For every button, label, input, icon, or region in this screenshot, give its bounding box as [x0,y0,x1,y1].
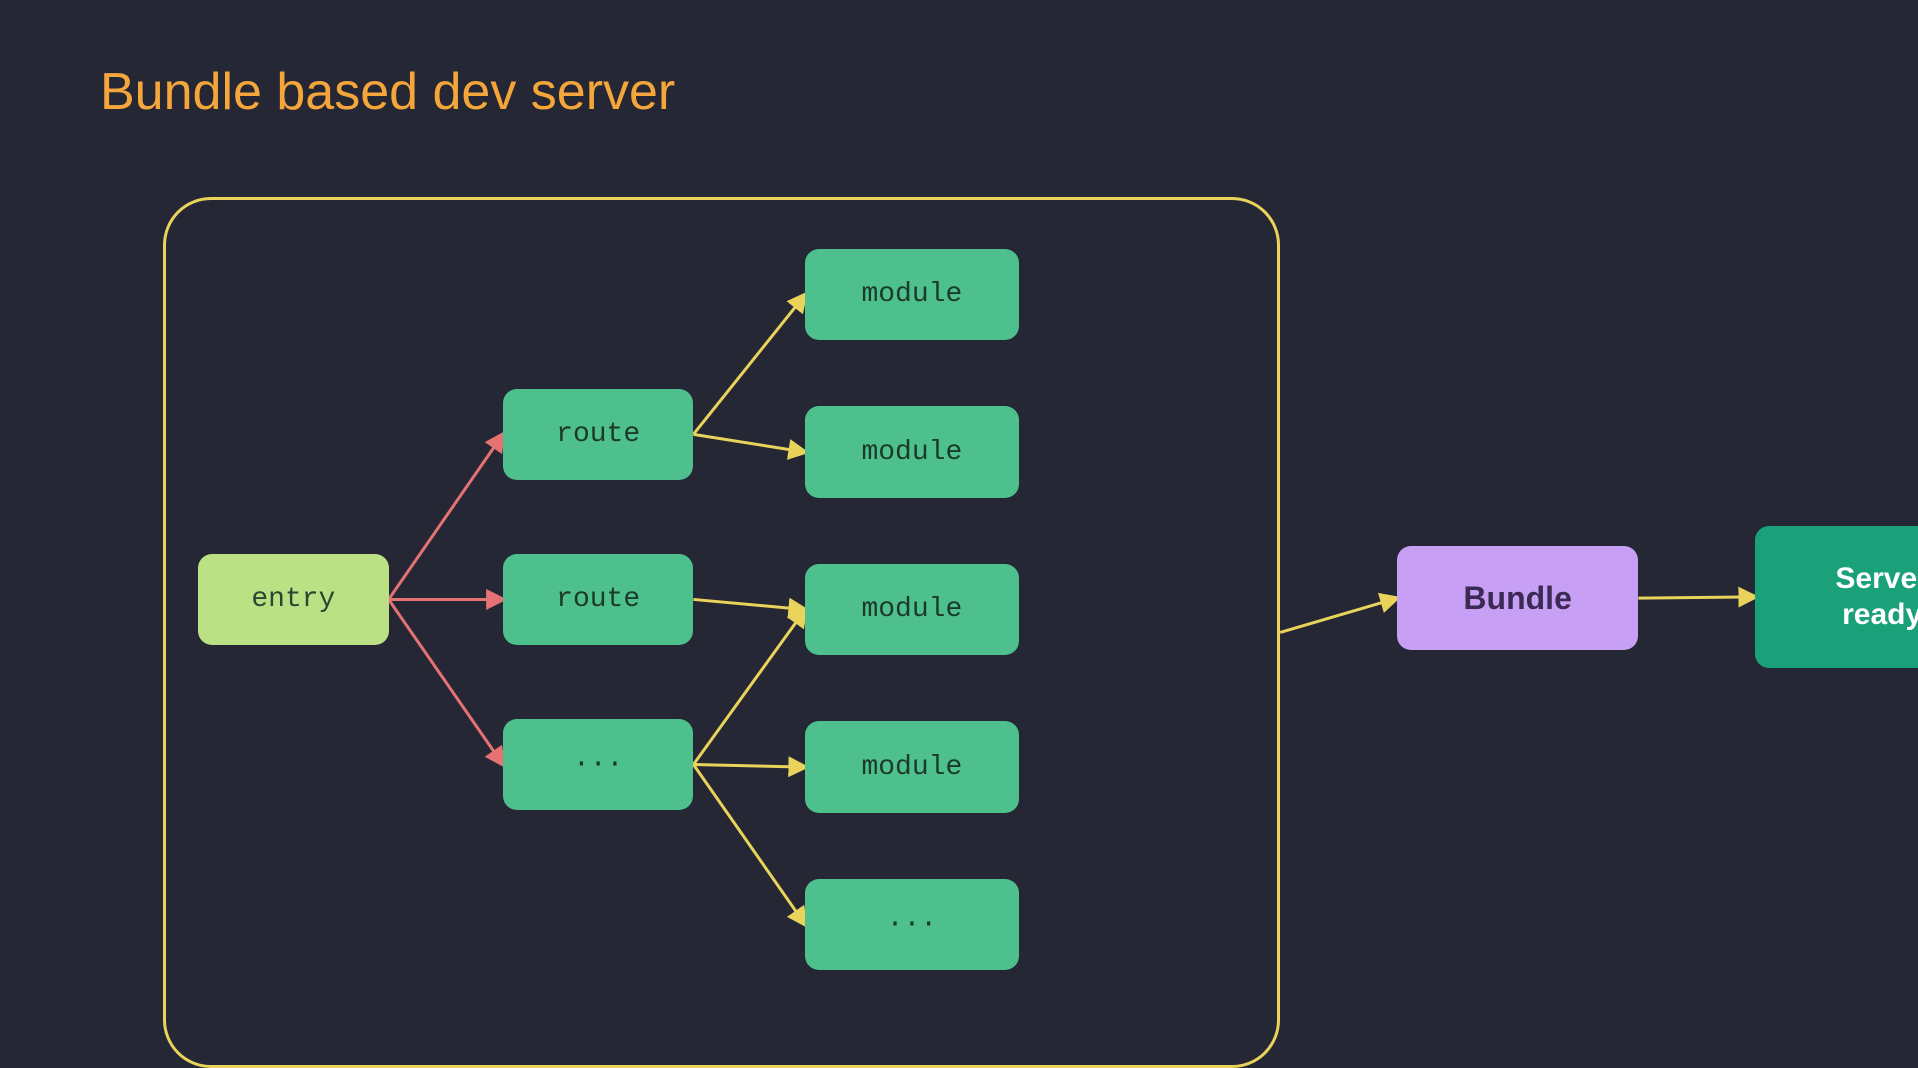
module-node-3: module [805,564,1018,655]
entry-node: entry [198,554,389,645]
diagram-canvas: entry route route ··· module module modu… [0,0,1918,1068]
bundle-node: Bundle [1397,546,1638,650]
route-node-2: route [503,554,694,645]
server-ready-node: Server ready [1755,526,1918,668]
arrow-bundle-to-server [1638,597,1755,598]
route-node-ellipsis: ··· [503,719,694,810]
route-node-1: route [503,389,694,480]
module-node-1: module [805,249,1018,340]
module-node-2: module [805,406,1018,497]
module-node-4: module [805,721,1018,812]
module-node-ellipsis: ··· [805,879,1018,970]
arrow-border_right-to-bundle [1280,598,1397,632]
server-ready-line2: ready [1835,597,1918,633]
server-ready-line1: Server [1835,561,1918,597]
